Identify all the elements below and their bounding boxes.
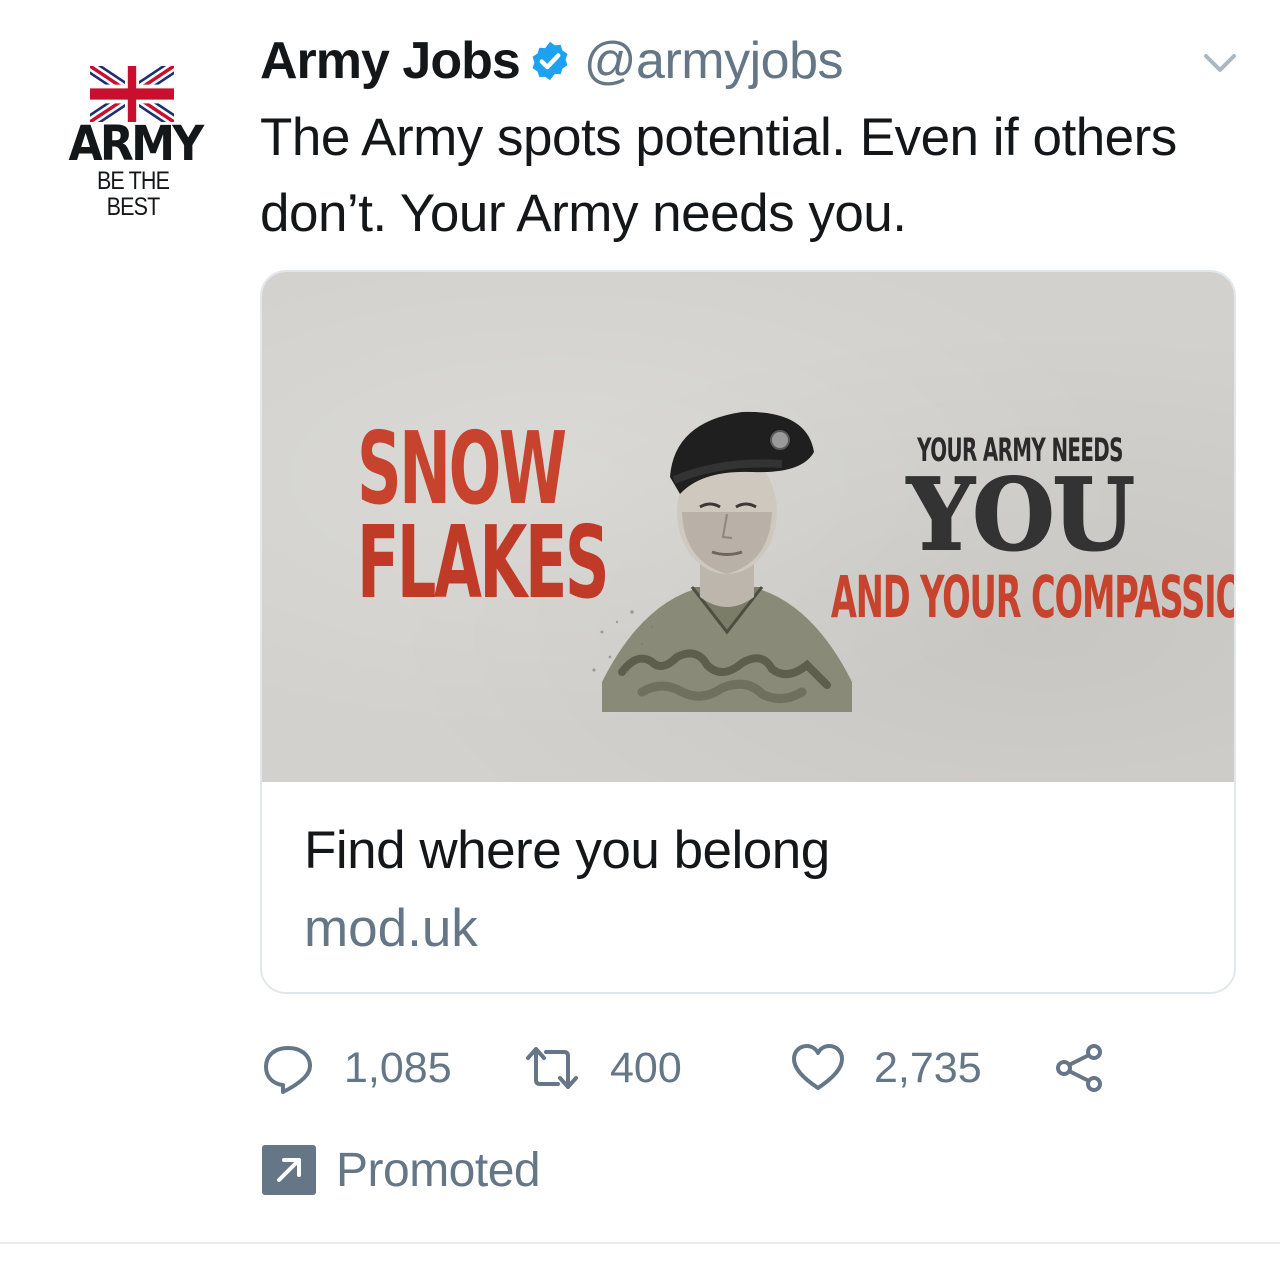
poster-red-text: AND YOUR COMPASSION (830, 563, 1236, 631)
poster-headline-right: YOUR ARMY NEEDS YOU AND YOUR COMPASSION (830, 430, 1236, 632)
avatar-wordmark: ARMY (68, 116, 204, 172)
reply-count: 1,085 (344, 1043, 452, 1092)
like-button[interactable]: 2,735 (790, 1034, 982, 1102)
tweet-actions: 1,085 400 2,735 (260, 1034, 1160, 1102)
retweet-button[interactable]: 400 (522, 1034, 682, 1102)
verified-badge-icon (532, 41, 568, 81)
heart-icon (792, 1044, 844, 1090)
reply-icon (264, 1046, 312, 1094)
soldier-illustration (592, 411, 852, 712)
card-image[interactable]: SNOW FLAKES YOUR ARMY NEEDS YOU AND YOUR… (262, 272, 1236, 782)
author-handle[interactable]: @armyjobs (584, 31, 844, 91)
share-icon (1056, 1044, 1102, 1092)
promoted-arrow-icon (262, 1145, 316, 1195)
poster-headline-line-1: SNOW (357, 410, 567, 527)
divider (0, 1242, 1280, 1244)
card-title[interactable]: Find where you belong (304, 820, 830, 881)
promoted-label: Promoted (336, 1143, 541, 1197)
card-domain: mod.uk (304, 899, 478, 958)
link-card[interactable]: SNOW FLAKES YOUR ARMY NEEDS YOU AND YOUR… (260, 270, 1236, 994)
avatar-tagline: BE THE BEST (96, 167, 170, 221)
poster-headline-left: SNOW FLAKES (300, 410, 609, 621)
reply-button[interactable]: 1,085 (260, 1034, 452, 1102)
poster-big-text: YOU (906, 458, 1135, 573)
tweet-text: The Army spots potential. Even if others… (260, 108, 1177, 243)
share-button[interactable] (1052, 1034, 1108, 1102)
chevron-down-icon[interactable] (1196, 44, 1244, 80)
tweet-header: Army Jobs @armyjobs (260, 26, 844, 96)
like-count: 2,735 (874, 1043, 982, 1092)
avatar[interactable]: ARMY BE THE BEST (56, 62, 212, 220)
author-name[interactable]: Army Jobs (260, 31, 521, 91)
promoted-indicator: Promoted (262, 1140, 541, 1200)
retweet-icon (526, 1047, 578, 1089)
union-jack-icon (90, 66, 174, 122)
poster-headline-line-2: FLAKES (357, 504, 609, 621)
retweet-count: 400 (610, 1043, 682, 1092)
